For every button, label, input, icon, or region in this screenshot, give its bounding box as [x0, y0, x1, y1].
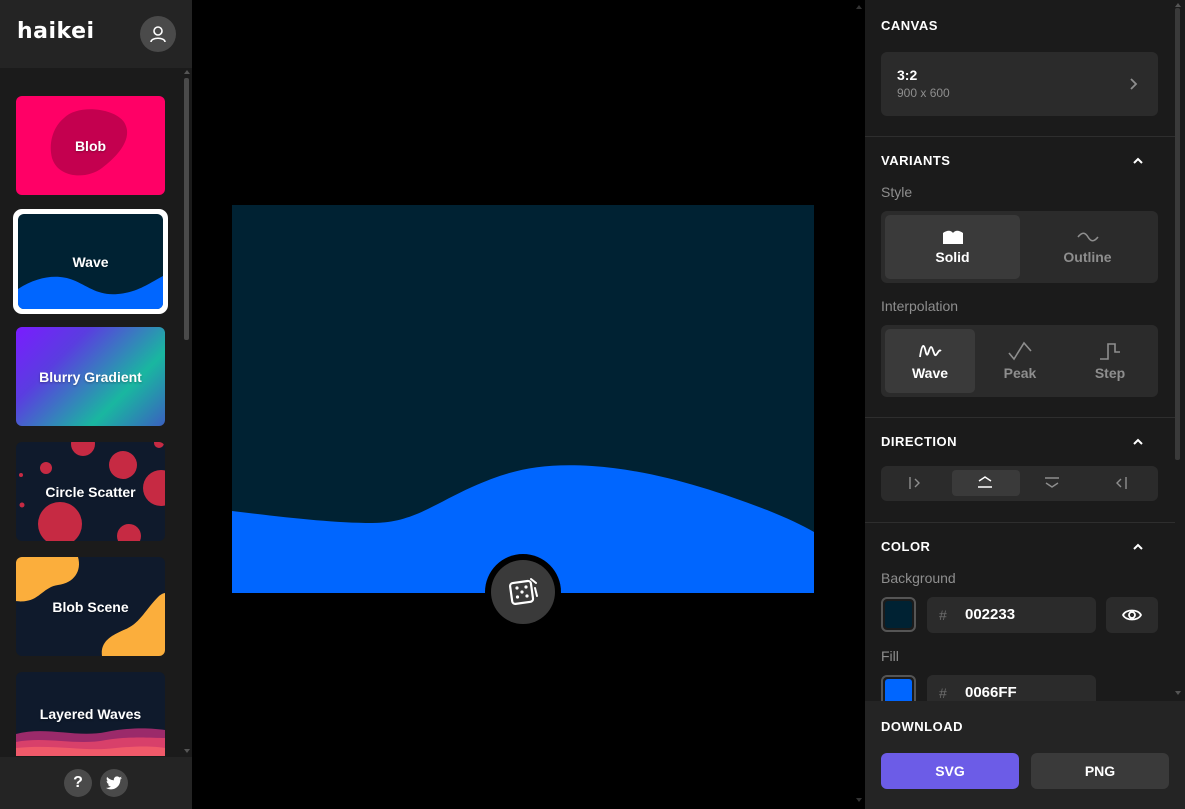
generator-card-label: Circle Scatter: [45, 483, 136, 500]
toggle-background-visibility-button[interactable]: [1106, 597, 1158, 633]
sidebar-footer: ?: [0, 757, 192, 809]
dice-icon: [508, 578, 538, 605]
background-color-swatch[interactable]: [881, 597, 916, 632]
user-account-button[interactable]: [140, 16, 176, 52]
hash-symbol: #: [939, 607, 947, 623]
interpolation-option-label: Step: [1094, 365, 1126, 381]
step-line-icon: [1100, 343, 1120, 360]
fill-hex-value: 0066FF: [965, 684, 1017, 701]
background-hex-input[interactable]: # 002233: [927, 597, 1096, 633]
user-icon: [150, 26, 166, 43]
wave-artwork: [232, 205, 814, 593]
interpolation-label: Interpolation: [881, 298, 959, 314]
panel-scrollbar[interactable]: [1175, 8, 1180, 460]
settings-panel: CANVAS 3:2 900 x 600 VARIANTS Style Soli…: [865, 0, 1185, 809]
sidebar-scroll-down[interactable]: [184, 749, 190, 753]
canvas-dimensions: 900 x 600: [897, 86, 950, 100]
hash-symbol: #: [939, 685, 947, 701]
panel-scroll-down[interactable]: [1175, 691, 1181, 695]
generator-card-label: Blurry Gradient: [39, 368, 142, 385]
help-icon: ?: [73, 774, 83, 791]
canvas-section-title: CANVAS: [881, 18, 938, 33]
collapse-color-icon[interactable]: [1133, 542, 1143, 552]
solid-wave-icon: [942, 230, 963, 244]
generator-card-label: Wave: [72, 253, 109, 270]
direction-right-button[interactable]: [883, 470, 951, 496]
fill-color-label: Fill: [881, 648, 899, 664]
interpolation-option-step[interactable]: Step: [1065, 329, 1155, 393]
interpolation-option-peak[interactable]: Peak: [975, 329, 1065, 393]
sidebar-header: haikei: [0, 0, 192, 68]
direction-down-icon: [1045, 477, 1059, 488]
outline-wave-icon: [1076, 232, 1099, 242]
generator-card-blurry-gradient[interactable]: Blurry Gradient: [16, 327, 165, 426]
color-section-title: COLOR: [881, 539, 931, 554]
canvas-size-button[interactable]: 3:2 900 x 600: [881, 52, 1158, 116]
divider: [865, 136, 1175, 137]
collapse-variants-icon[interactable]: [1133, 156, 1143, 166]
style-option-outline[interactable]: Outline: [1020, 215, 1155, 279]
style-selector: Solid Outline: [881, 211, 1158, 283]
generator-sidebar: haikei Blob Wave Blurry Gradient Circle …: [0, 0, 192, 809]
direction-up-button[interactable]: [952, 470, 1020, 496]
interpolation-option-label: Wave: [911, 365, 949, 381]
generator-card-label: Blob Scene: [52, 598, 129, 615]
direction-up-icon: [978, 476, 992, 488]
generator-card-circle-scatter[interactable]: Circle Scatter: [16, 442, 165, 541]
sidebar-scrollbar[interactable]: [184, 78, 189, 340]
chevron-right-icon: [1130, 78, 1138, 90]
generator-card-label: Layered Waves: [39, 706, 142, 722]
direction-selector: [881, 466, 1158, 501]
randomize-button[interactable]: [485, 554, 561, 630]
divider: [865, 417, 1175, 418]
collapse-direction-icon[interactable]: [1133, 437, 1143, 447]
canvas-scroll-up[interactable]: [856, 5, 862, 9]
background-hex-value: 002233: [965, 606, 1016, 623]
download-section: DOWNLOAD SVG PNG: [865, 701, 1185, 809]
canvas-ratio: 3:2: [897, 67, 918, 83]
download-svg-button[interactable]: SVG: [881, 753, 1019, 789]
twitter-icon: [106, 776, 122, 790]
direction-section-title: DIRECTION: [881, 434, 957, 449]
variants-section-title: VARIANTS: [881, 153, 951, 168]
generator-card-blob-scene[interactable]: Blob Scene: [16, 557, 165, 656]
style-option-label: Solid: [935, 249, 970, 265]
wave-line-icon: [919, 345, 942, 358]
eye-icon: [1122, 609, 1142, 621]
help-button[interactable]: ?: [64, 769, 92, 797]
sidebar-scroll-up[interactable]: [184, 70, 190, 74]
twitter-button[interactable]: [100, 769, 128, 797]
interpolation-option-label: Peak: [1003, 365, 1037, 381]
background-color-label: Background: [881, 570, 956, 586]
style-option-label: Outline: [1063, 249, 1112, 265]
generator-card-wave[interactable]: Wave: [13, 209, 168, 314]
divider: [865, 522, 1175, 523]
peak-line-icon: [1008, 341, 1032, 361]
interpolation-option-wave[interactable]: Wave: [885, 329, 975, 393]
generator-card-layered-waves[interactable]: Layered Waves: [16, 672, 165, 756]
interpolation-selector: Wave Peak Step: [881, 325, 1158, 397]
wave-canvas: [232, 205, 814, 593]
haikei-logo[interactable]: haikei: [17, 19, 95, 44]
download-png-button[interactable]: PNG: [1031, 753, 1169, 789]
generator-card-label: Blob: [74, 137, 107, 154]
style-option-solid[interactable]: Solid: [885, 215, 1020, 279]
canvas-scroll-down[interactable]: [856, 798, 862, 802]
style-label: Style: [881, 184, 913, 200]
direction-left-icon: [1116, 477, 1127, 489]
download-section-title: DOWNLOAD: [881, 719, 963, 734]
direction-right-icon: [909, 477, 920, 489]
panel-scroll-up[interactable]: [1175, 3, 1181, 7]
direction-down-button[interactable]: [1019, 470, 1087, 496]
generator-card-blob[interactable]: Blob: [16, 96, 165, 195]
direction-left-button[interactable]: [1087, 470, 1155, 496]
